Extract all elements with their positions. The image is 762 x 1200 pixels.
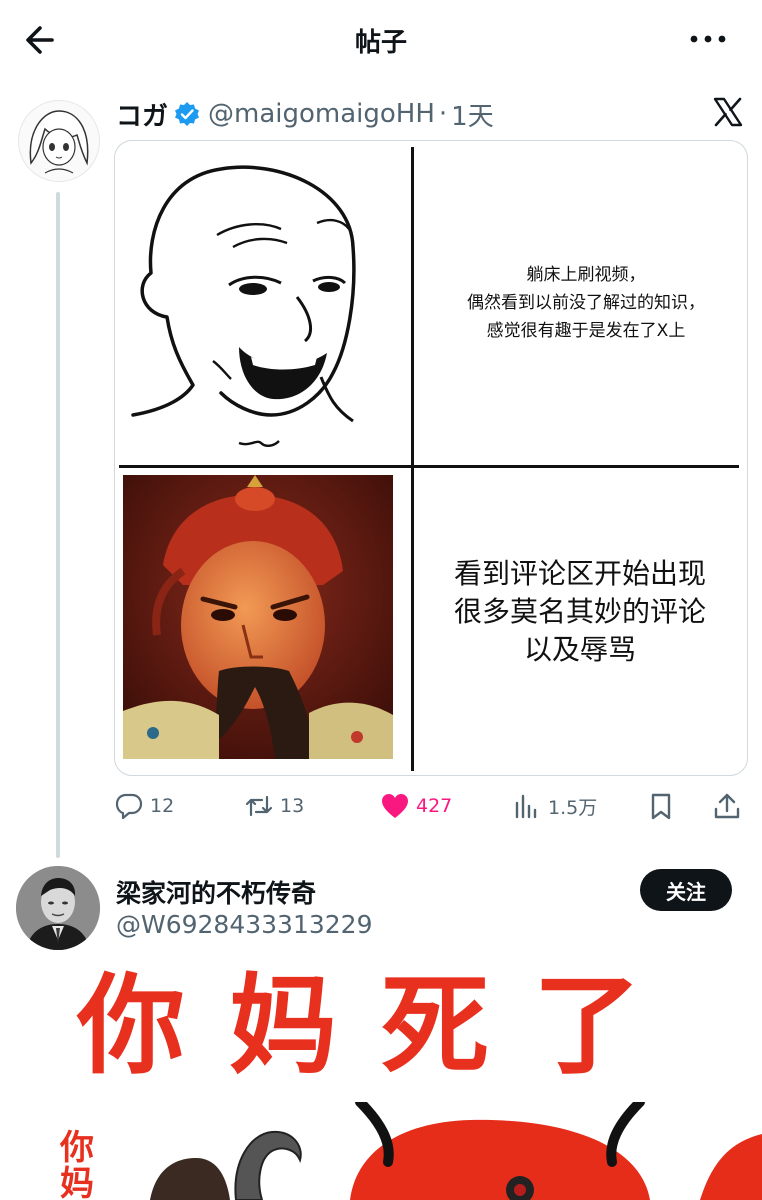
- share-upload-icon: [714, 793, 740, 819]
- meme-image[interactable]: 躺床上刷视频， 偶然看到以前没了解过的知识， 感觉很有趣于是发在了X上 看到评论…: [114, 140, 748, 776]
- reply-meme-caption: 你妈死了: [76, 963, 685, 1089]
- reply-meme-image[interactable]: 你妈死了 你 妈: [0, 962, 762, 1200]
- repost-count: 13: [280, 795, 305, 817]
- thread-connector-line: [56, 192, 60, 858]
- more-dots-icon: [690, 35, 726, 43]
- like-button[interactable]: 427: [380, 786, 452, 826]
- more-options-button[interactable]: [688, 24, 728, 54]
- reply-author-avatar[interactable]: [16, 866, 100, 950]
- repost-button[interactable]: 13: [244, 786, 304, 826]
- panel-top-caption: 躺床上刷视频， 偶然看到以前没了解过的知识， 感觉很有趣于是发在了X上: [467, 265, 705, 341]
- meme-figures-drawing: [150, 1102, 762, 1200]
- reply-count: 12: [150, 795, 175, 817]
- panel-divider-vertical: [411, 147, 414, 771]
- separator-dot: ·: [438, 99, 448, 129]
- bookmark-icon: [651, 793, 671, 820]
- verified-badge-icon: [175, 102, 200, 126]
- post-time[interactable]: 1天: [451, 96, 494, 133]
- author-row: コガ @maigomaigoHH · 1天: [116, 96, 494, 132]
- bookmark-button[interactable]: [646, 786, 682, 826]
- wojak-face-drawing: [131, 165, 356, 447]
- x-logo-icon[interactable]: [712, 96, 744, 128]
- tweet-action-bar: 12 13 427 1.5万: [114, 786, 746, 826]
- reply-button[interactable]: 12: [114, 786, 174, 826]
- top-bar: 帖子: [0, 0, 762, 80]
- panel-bottom-caption: 看到评论区开始出现 很多莫名其妙的评论 以及辱骂: [453, 557, 706, 666]
- anime-girl-avatar-image: [19, 101, 99, 181]
- views-button[interactable]: 1.5万: [512, 786, 597, 826]
- repost-arrows-icon: [245, 795, 273, 817]
- man-portrait-photo: [16, 866, 100, 950]
- page-title: 帖子: [354, 28, 407, 58]
- like-count: 427: [416, 795, 453, 817]
- share-button[interactable]: [712, 786, 748, 826]
- reply-bubble-icon: [115, 793, 143, 820]
- heart-filled-icon: [382, 794, 408, 818]
- views-bar-chart-icon: [515, 794, 537, 819]
- author-avatar[interactable]: [18, 100, 100, 182]
- author-handle[interactable]: @maigomaigoHH: [208, 99, 435, 129]
- reply-author-handle[interactable]: @W6928433313229: [116, 910, 373, 939]
- views-count: 1.5万: [548, 796, 598, 819]
- reply-author-name[interactable]: 梁家河的不朽传奇: [116, 874, 316, 910]
- angry-statue-photo: [123, 475, 393, 759]
- panel-divider-horizontal: [119, 465, 739, 468]
- follow-button[interactable]: 关注: [640, 869, 732, 911]
- author-name[interactable]: コガ: [116, 96, 168, 133]
